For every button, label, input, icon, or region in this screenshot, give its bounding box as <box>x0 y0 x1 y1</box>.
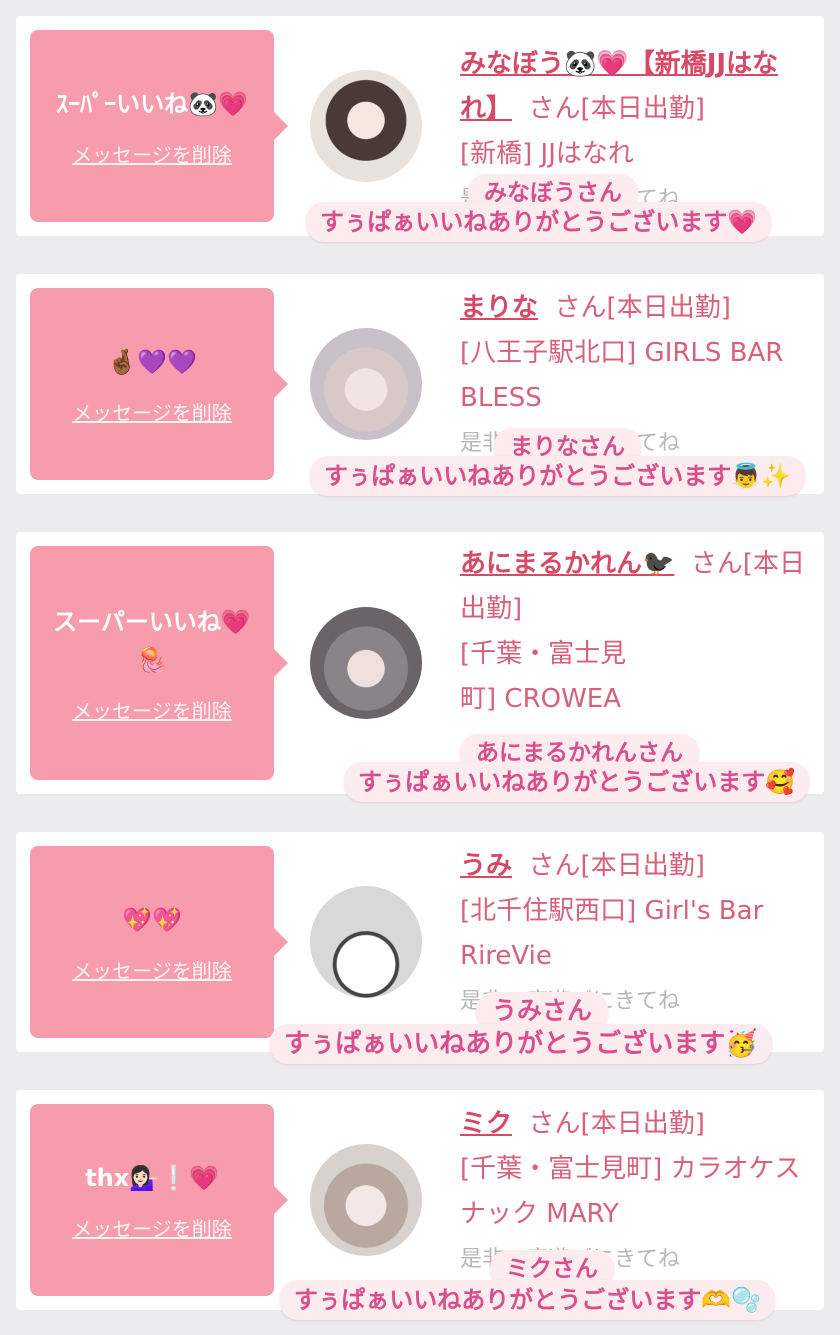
message-text: 💖💖 <box>122 905 182 934</box>
avatar[interactable] <box>310 886 422 998</box>
delete-message-link[interactable]: メッセージを削除 <box>72 397 232 426</box>
like-card: スーパーいいね💗🪼 メッセージを削除 あにまるかれん🐦‍⬛ さん[本日出勤] [… <box>16 532 824 794</box>
cast-name-link[interactable]: あにまるかれん🐦‍⬛ <box>460 549 674 579</box>
message-bubble: thx💁🏻‍♀️❕💗 メッセージを削除 <box>30 1104 288 1296</box>
status-text: さん[本日出勤] <box>554 293 731 323</box>
like-card: 💖💖 メッセージを削除 うみ さん[本日出勤] [北千住駅西口] Girl's … <box>16 832 824 1052</box>
sticker-thanks: すぅぱぁいいねありがとうございます👼✨ <box>310 456 806 496</box>
sticker-thanks: すぅぱぁいいねありがとうございます🫶🫧 <box>280 1280 776 1320</box>
like-card: thx💁🏻‍♀️❕💗 メッセージを削除 ミク さん[本日出勤] [千葉・富士見町… <box>16 1090 824 1310</box>
cast-name-link[interactable]: まりな <box>460 293 538 323</box>
avatar[interactable] <box>310 328 422 440</box>
delete-message-link[interactable]: メッセージを削除 <box>72 1213 232 1242</box>
shop-name: [千葉・富士見町] CROWEA <box>460 639 627 714</box>
avatar[interactable] <box>310 70 422 182</box>
message-text: ｽｰﾊﾟｰいいね🐼💗 <box>56 89 248 118</box>
sticker-thanks: すぅぱぁいいねありがとうございます🥰 <box>344 762 810 802</box>
cast-name-link[interactable]: うみ <box>460 851 512 881</box>
shop-name: [八王子駅北口] GIRLS BAR BLESS <box>460 338 784 413</box>
delete-message-link[interactable]: メッセージを削除 <box>72 139 232 168</box>
sticker-thanks: すぅぱぁいいねありがとうございます💗 <box>306 202 772 242</box>
shop-name: [新橋] JJはなれ <box>460 139 634 169</box>
profile-info: あにまるかれん🐦‍⬛ さん[本日出勤] [千葉・富士見町] CROWEA <box>460 542 816 722</box>
message-text: 🤞🏾💜💜 <box>107 347 197 376</box>
message-text: thx💁🏻‍♀️❕💗 <box>85 1163 219 1192</box>
message-text: スーパーいいね💗🪼 <box>53 607 251 674</box>
cast-name-link[interactable]: ミク <box>460 1109 512 1139</box>
delete-message-link[interactable]: メッセージを削除 <box>72 695 232 724</box>
avatar[interactable] <box>310 1144 422 1256</box>
message-bubble: ｽｰﾊﾟｰいいね🐼💗 メッセージを削除 <box>30 30 288 222</box>
avatar[interactable] <box>310 607 422 719</box>
delete-message-link[interactable]: メッセージを削除 <box>72 955 232 984</box>
status-text: さん[本日出勤] <box>528 94 705 124</box>
sticker-thanks: すぅぱぁいいねありがとうございます🥳 <box>270 1024 772 1064</box>
message-bubble: 🤞🏾💜💜 メッセージを削除 <box>30 288 288 480</box>
message-bubble: 💖💖 メッセージを削除 <box>30 846 288 1038</box>
message-bubble: スーパーいいね💗🪼 メッセージを削除 <box>30 546 288 780</box>
shop-name: [千葉・富士見町] カラオケスナック MARY <box>460 1154 801 1229</box>
shop-name: [北千住駅西口] Girl's Bar RireVie <box>460 896 764 971</box>
status-text: さん[本日出勤] <box>528 851 705 881</box>
status-text: さん[本日出勤] <box>528 1109 705 1139</box>
